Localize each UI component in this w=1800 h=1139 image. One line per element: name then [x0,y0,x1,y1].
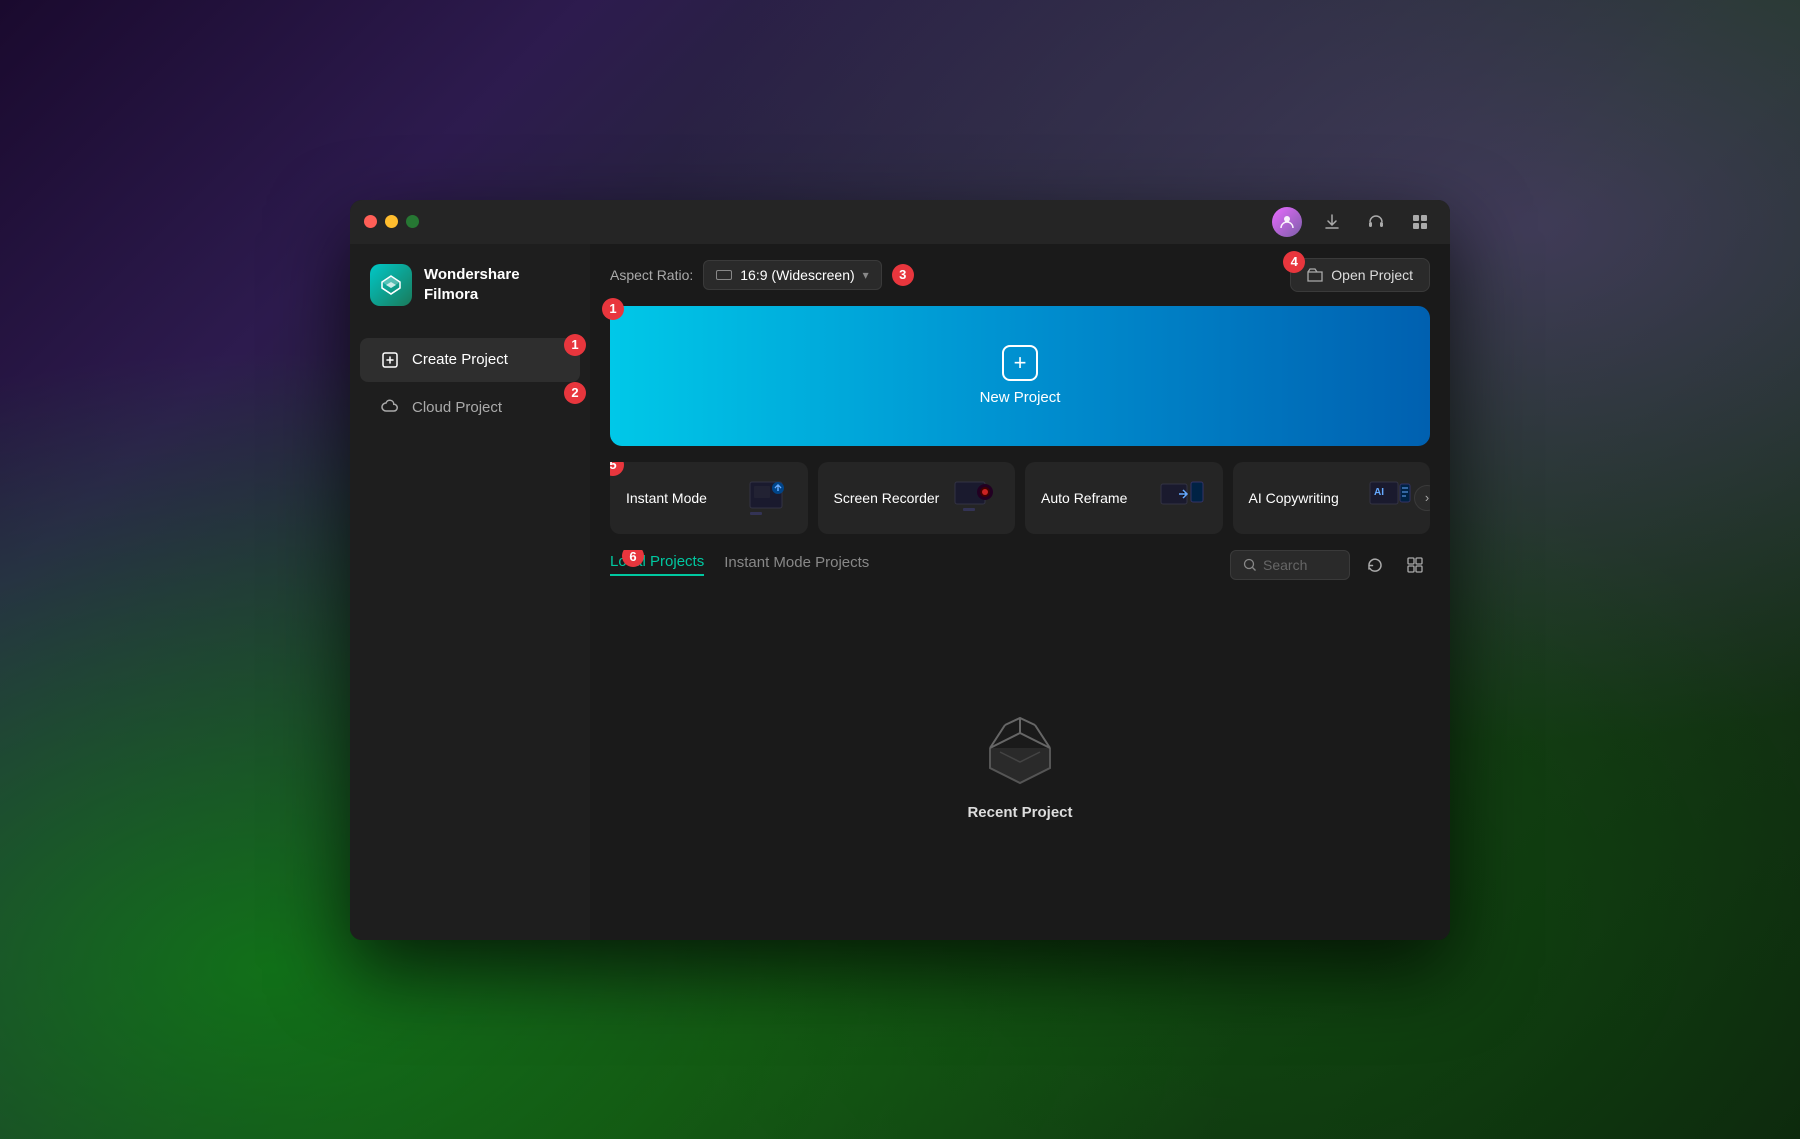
minimize-button[interactable] [385,215,398,228]
content-area: Aspect Ratio: 16:9 (Widescreen) ▾ 3 4 [590,244,1450,940]
auto-reframe-image [1155,476,1207,520]
sidebar-item-create-project[interactable]: Create Project 1 [360,338,580,382]
create-project-wrapper: Create Project 1 [360,338,580,382]
create-project-icon [380,350,400,370]
cloud-project-label: Cloud Project [412,399,502,416]
projects-empty-state: Recent Project [590,590,1450,940]
aspect-badge: 3 [892,264,914,286]
traffic-lights [364,215,419,228]
projects-badge: 6 [622,550,644,568]
new-project-label: New Project [980,389,1061,406]
headset-icon[interactable] [1362,208,1390,236]
aspect-ratio-value: 16:9 (Widescreen) [740,267,854,283]
title-bar [350,200,1450,244]
create-project-label: Create Project [412,351,508,368]
app-logo-icon [370,264,412,306]
close-button[interactable] [364,215,377,228]
feature-cards-row: 5 Instant Mode Scre [610,462,1430,534]
tab-instant-mode-projects[interactable]: Instant Mode Projects [724,554,869,575]
new-project-banner[interactable]: 1 + New Project [610,306,1430,446]
apps-grid-icon[interactable] [1406,208,1434,236]
aspect-ratio-group: Aspect Ratio: 16:9 (Widescreen) ▾ 3 [610,260,914,290]
feature-cards-badge: 5 [610,462,624,476]
projects-tools: Search [1230,550,1430,580]
app-name: Wondershare Filmora [424,265,520,304]
search-box[interactable]: Search [1230,550,1350,580]
new-project-plus-icon: + [1002,345,1038,381]
sidebar: Wondershare Filmora Create Project 1 [350,244,590,940]
main-layout: Wondershare Filmora Create Project 1 [350,244,1450,940]
grid-view-button[interactable] [1400,550,1430,580]
app-window: Wondershare Filmora Create Project 1 [350,200,1450,940]
cloud-project-icon [380,398,400,418]
open-project-button[interactable]: 4 Open Project [1290,258,1430,292]
aspect-ratio-label: Aspect Ratio: [610,267,693,283]
avatar[interactable] [1272,207,1302,237]
instant-mode-label: Instant Mode [626,490,707,506]
ai-copywriting-label: AI Copywriting [1249,490,1339,506]
refresh-button[interactable] [1360,550,1390,580]
svg-text:AI: AI [1374,487,1384,498]
feature-card-screen-recorder[interactable]: Screen Recorder [818,462,1016,534]
maximize-button[interactable] [406,215,419,228]
chevron-down-icon: ▾ [863,268,869,282]
projects-tabs-row: 6 Local Projects Instant Mode Projects S… [590,550,1450,590]
download-icon[interactable] [1318,208,1346,236]
feature-card-instant-mode[interactable]: Instant Mode [610,462,808,534]
auto-reframe-label: Auto Reframe [1041,490,1127,506]
title-bar-actions [1272,207,1434,237]
empty-box-icon [975,708,1065,788]
sidebar-logo: Wondershare Filmora [350,264,590,336]
cloud-project-badge: 2 [564,382,586,404]
open-project-badge: 4 [1283,251,1305,273]
toolbar: Aspect Ratio: 16:9 (Widescreen) ▾ 3 4 [590,244,1450,306]
feature-card-ai-copywriting[interactable]: AI Copywriting AI [1233,462,1431,534]
feature-card-auto-reframe[interactable]: Auto Reframe [1025,462,1223,534]
screen-recorder-label: Screen Recorder [834,490,940,506]
create-project-badge: 1 [564,334,586,356]
ai-copywriting-image: AI [1362,476,1414,520]
search-placeholder: Search [1263,557,1307,573]
open-project-label: Open Project [1331,267,1413,283]
aspect-ratio-select[interactable]: 16:9 (Widescreen) ▾ [703,260,881,290]
recent-project-label: Recent Project [967,804,1072,821]
cloud-project-wrapper: Cloud Project 2 [360,386,580,430]
projects-section: 6 Local Projects Instant Mode Projects S… [590,550,1450,940]
sidebar-item-cloud-project[interactable]: Cloud Project 2 [360,386,580,430]
projects-tabs: 6 Local Projects Instant Mode Projects [610,553,869,576]
instant-mode-image [740,476,792,520]
new-project-badge: 1 [602,298,624,320]
screen-recorder-image [947,476,999,520]
